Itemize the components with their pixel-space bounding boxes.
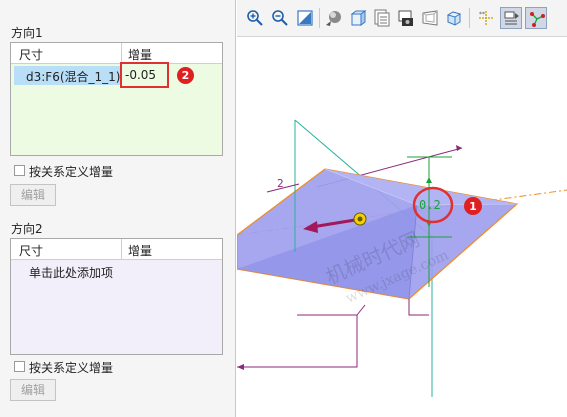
callout-badge-2: 2: [177, 67, 194, 84]
dimension-value: 0.2: [419, 198, 441, 212]
pattern-panel: 方向1 尺寸 增量 d3:F6(混合_1_1) -0.05 2 按关系定义增量 …: [0, 0, 236, 417]
direction1-title: 方向1: [11, 26, 43, 40]
zoom-out-icon[interactable]: [269, 7, 291, 29]
svg-text:**: **: [479, 11, 485, 18]
direction1-table[interactable]: 尺寸 增量 d3:F6(混合_1_1) -0.05 2: [10, 42, 223, 156]
display-style-icon[interactable]: [395, 7, 417, 29]
zoom-in-icon[interactable]: [244, 7, 266, 29]
col-dimension-header: 尺寸: [19, 244, 44, 258]
graphics-toolbar: **: [237, 0, 567, 37]
datum-display-icon[interactable]: **: [475, 7, 497, 29]
direction1-table-header: 尺寸 增量: [11, 43, 222, 64]
table-row[interactable]: d3:F6(混合_1_1) -0.05 2: [11, 62, 222, 88]
col-increment-header: 增量: [128, 244, 153, 258]
direction2-relation-checkbox[interactable]: [14, 361, 25, 372]
add-item-placeholder[interactable]: 单击此处添加项: [29, 264, 113, 281]
direction1-relation-checkbox[interactable]: [14, 165, 25, 176]
annotation-display-icon[interactable]: [500, 7, 522, 29]
saved-views-icon[interactable]: [371, 7, 393, 29]
view-orientation-icon[interactable]: [347, 7, 369, 29]
refit-icon[interactable]: [294, 7, 316, 29]
col-increment-header: 增量: [128, 48, 153, 62]
direction2-table-header: 尺寸 增量: [11, 239, 222, 260]
dimension-cell[interactable]: d3:F6(混合_1_1): [14, 66, 122, 85]
direction2-table[interactable]: 尺寸 增量 单击此处添加项: [10, 238, 223, 355]
spin-center-icon[interactable]: [443, 7, 465, 29]
shading-icon[interactable]: [323, 7, 345, 29]
increment-highlight-box: [120, 62, 169, 88]
direction2-title: 方向2: [11, 222, 43, 236]
dimension-label-2: 2: [277, 177, 284, 190]
col-dimension-header: 尺寸: [19, 48, 44, 62]
direction2-edit-button[interactable]: 编辑: [10, 379, 56, 401]
direction2-relation-label: 按关系定义增量: [29, 361, 114, 375]
graphics-area[interactable]: 2 0.2 1 机械时代网 www.jxage.com: [237, 37, 567, 417]
direction1-edit-button[interactable]: 编辑: [10, 184, 56, 206]
reference-line: [237, 314, 358, 368]
pattern-display-icon[interactable]: [525, 7, 547, 29]
direction1-relation-label: 按关系定义增量: [29, 165, 114, 179]
perspective-icon[interactable]: [419, 7, 441, 29]
svg-text:1: 1: [469, 200, 477, 213]
